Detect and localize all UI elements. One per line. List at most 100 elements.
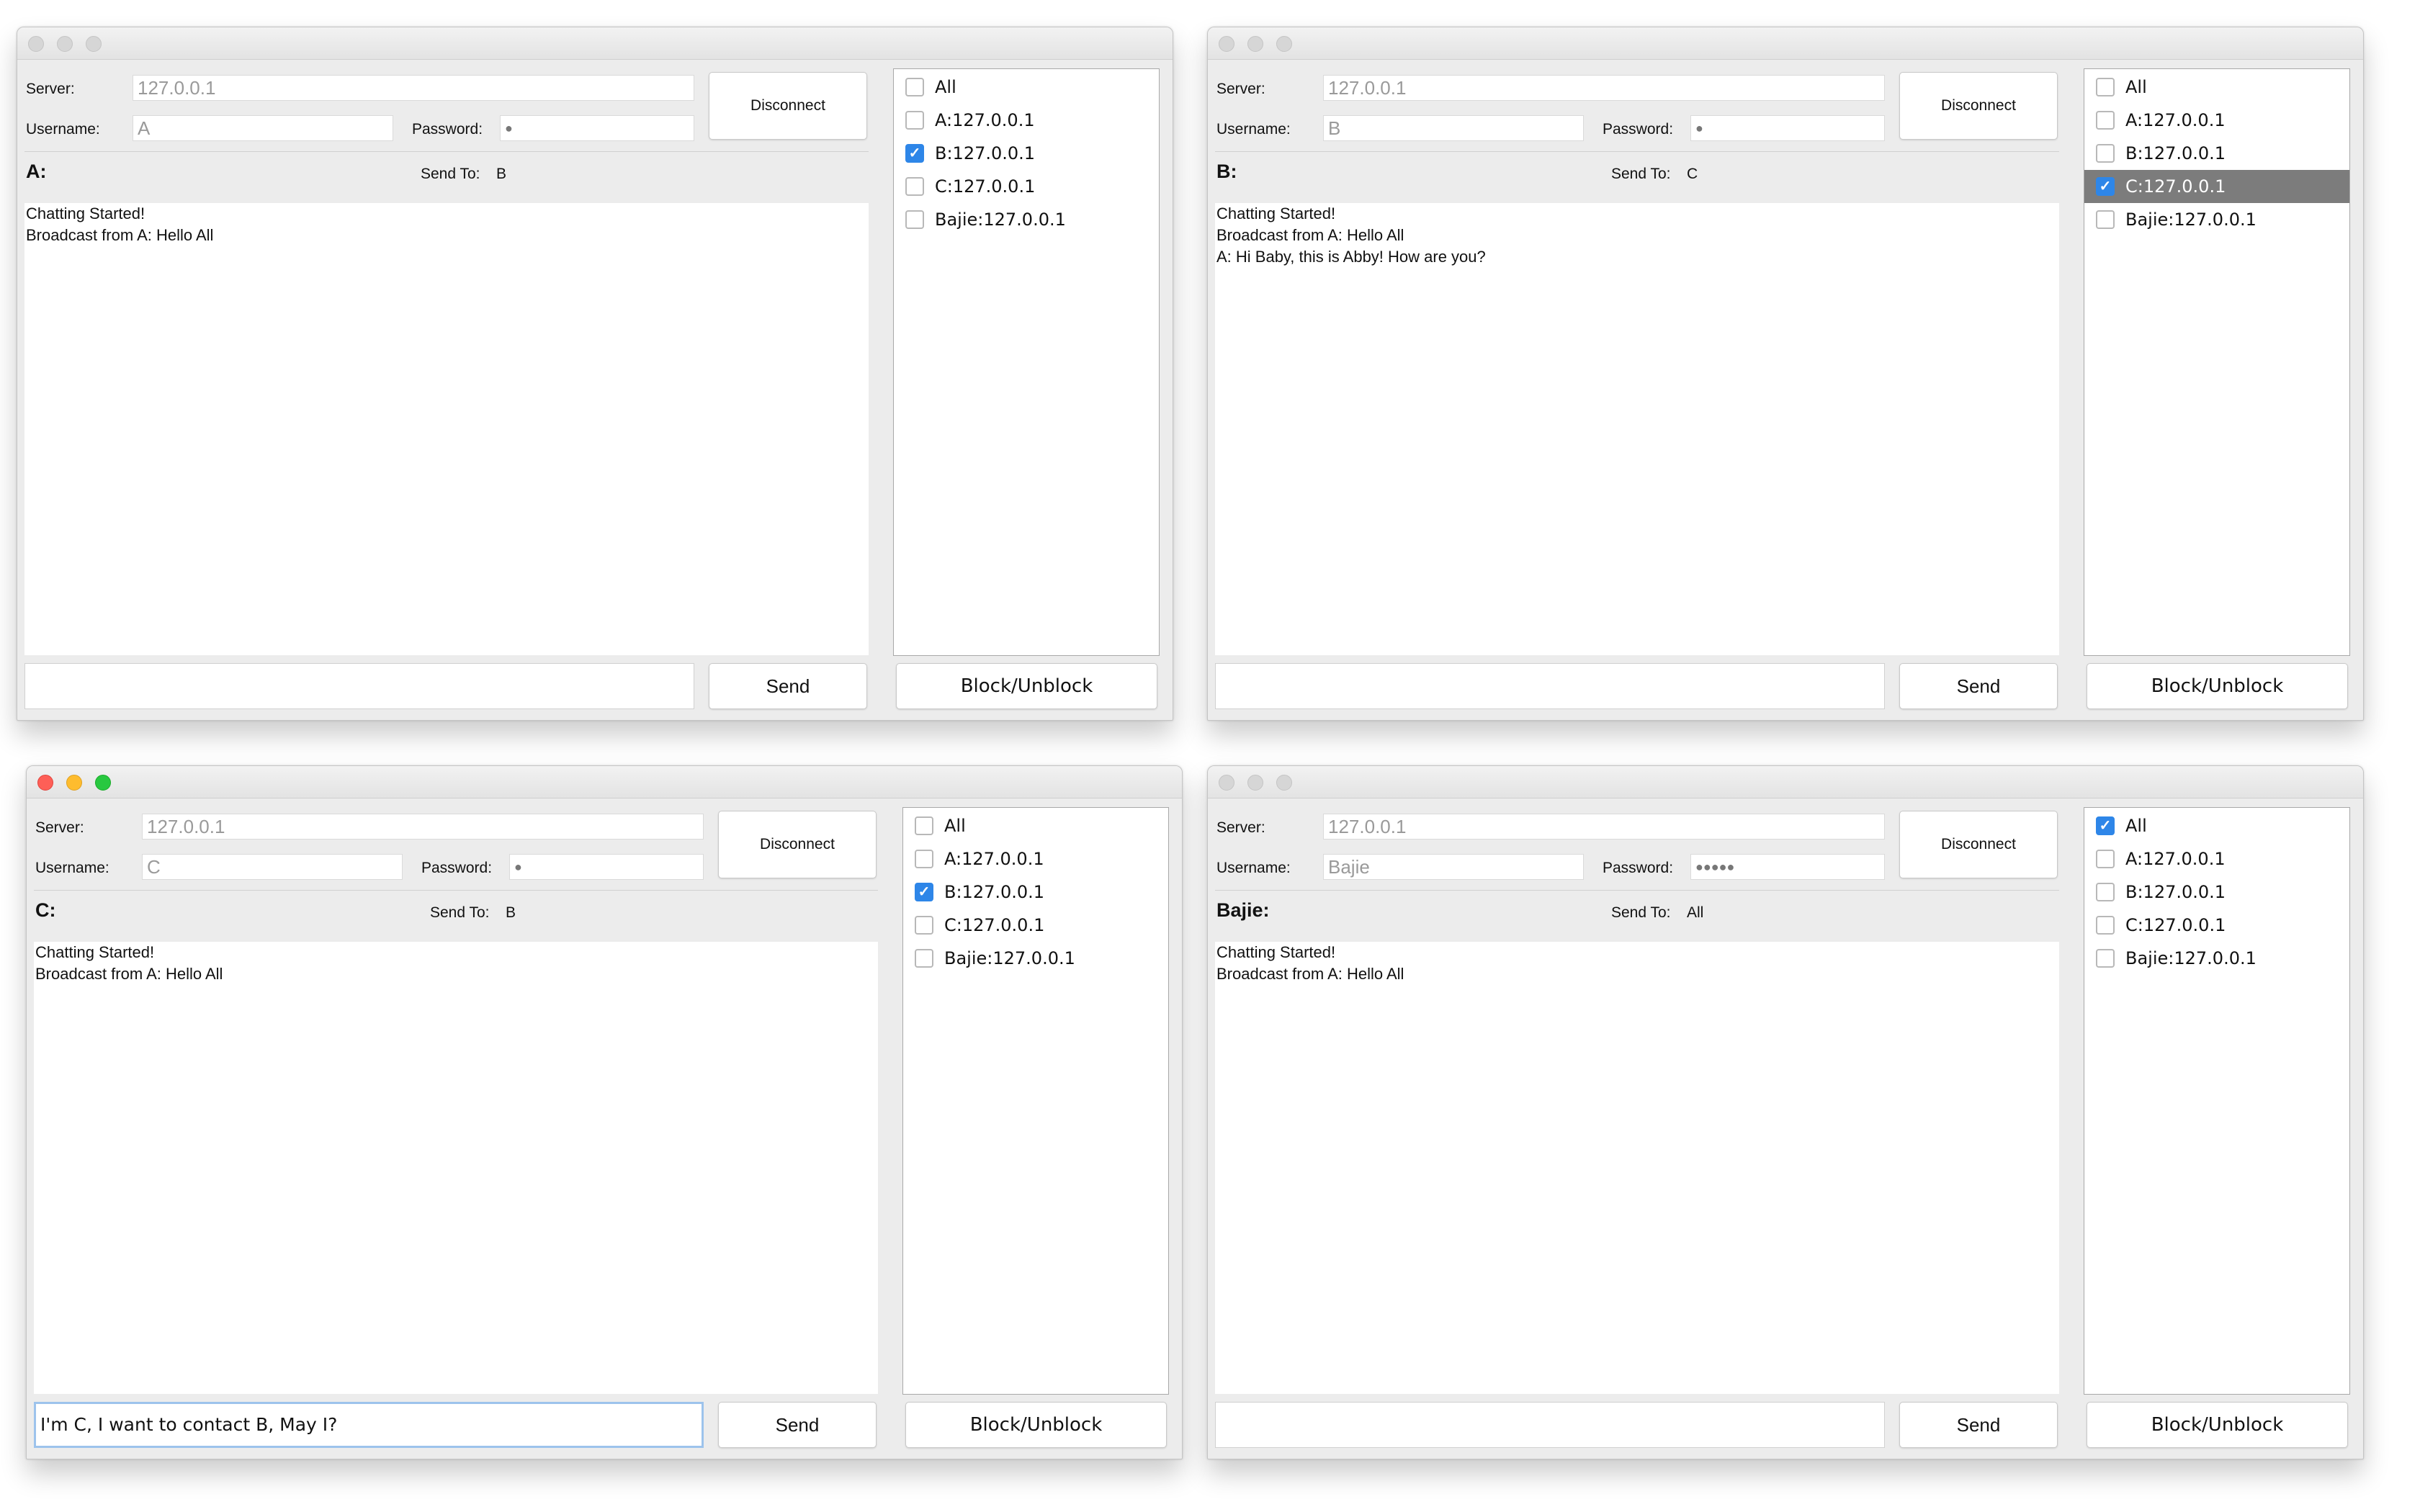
checkbox-icon[interactable] (2096, 883, 2115, 901)
checkbox-icon[interactable] (915, 850, 933, 868)
user-list-item-all[interactable]: All (894, 71, 1159, 104)
password-field[interactable]: ● (500, 115, 694, 141)
close-window-icon[interactable] (28, 36, 44, 52)
chat-log[interactable]: Chatting Started! Broadcast from A: Hell… (24, 203, 869, 655)
chat-log[interactable]: Chatting Started! Broadcast from A: Hell… (1215, 942, 2059, 1394)
disconnect-button[interactable]: Disconnect (1899, 811, 2058, 878)
title-bar[interactable] (1208, 27, 2363, 60)
checkbox-icon[interactable] (2096, 949, 2115, 968)
password-label: Password: (421, 860, 493, 876)
send-button[interactable]: Send (1899, 663, 2058, 709)
send-button[interactable]: Send (709, 663, 867, 709)
server-label: Server: (26, 81, 75, 97)
user-list-item-a[interactable]: A:127.0.0.1 (903, 842, 1168, 876)
user-list-item-b[interactable]: ✓ B:127.0.0.1 (903, 876, 1168, 909)
username-field[interactable]: A (133, 115, 393, 141)
checkbox-icon[interactable] (915, 816, 933, 835)
user-list-item-c[interactable]: C:127.0.0.1 (2084, 909, 2349, 942)
message-input[interactable] (24, 663, 694, 709)
minimize-window-icon[interactable] (57, 36, 73, 52)
user-list[interactable]: All A:127.0.0.1 ✓ B:127.0.0.1 C:127.0.0.… (893, 68, 1160, 656)
message-input[interactable]: I'm C, I want to contact B, May I? (34, 1402, 704, 1448)
user-list-item-b[interactable]: B:127.0.0.1 (2084, 137, 2349, 170)
user-list[interactable]: All A:127.0.0.1 B:127.0.0.1 ✓ C:127.0.0.… (2084, 68, 2350, 656)
checkbox-icon[interactable] (915, 949, 933, 968)
username-label: Username: (1216, 860, 1291, 876)
close-window-icon[interactable] (1219, 775, 1234, 791)
user-list-item-bajie[interactable]: Bajie:127.0.0.1 (894, 203, 1159, 236)
user-list-item-bajie[interactable]: Bajie:127.0.0.1 (2084, 942, 2349, 975)
checkbox-icon[interactable] (2096, 850, 2115, 868)
block-unblock-button[interactable]: Block/Unblock (2087, 663, 2348, 709)
checkbox-icon[interactable] (2096, 111, 2115, 130)
username-field[interactable]: C (142, 854, 403, 880)
close-window-icon[interactable] (37, 775, 53, 791)
user-list-item-all[interactable]: All (2084, 71, 2349, 104)
checkbox-icon[interactable] (2096, 916, 2115, 935)
checkbox-icon[interactable] (2096, 210, 2115, 229)
zoom-window-icon[interactable] (86, 36, 102, 52)
server-field[interactable]: 127.0.0.1 (133, 75, 694, 101)
message-input[interactable] (1215, 663, 1885, 709)
minimize-window-icon[interactable] (1247, 775, 1263, 791)
user-list-item-a[interactable]: A:127.0.0.1 (2084, 104, 2349, 137)
user-list-item-b[interactable]: ✓ B:127.0.0.1 (894, 137, 1159, 170)
user-list[interactable]: All A:127.0.0.1 ✓ B:127.0.0.1 C:127.0.0.… (902, 807, 1169, 1395)
disconnect-button[interactable]: Disconnect (718, 811, 877, 878)
current-user-heading: Bajie: (1216, 899, 1270, 921)
title-bar[interactable] (1208, 766, 2363, 798)
checkbox-icon[interactable] (905, 177, 924, 196)
checkbox-icon[interactable] (905, 78, 924, 96)
block-unblock-button[interactable]: Block/Unblock (896, 663, 1157, 709)
user-list-item-b[interactable]: B:127.0.0.1 (2084, 876, 2349, 909)
checkbox-icon[interactable] (915, 916, 933, 935)
username-label: Username: (26, 121, 100, 138)
disconnect-button[interactable]: Disconnect (1899, 72, 2058, 140)
title-bar[interactable] (27, 766, 1182, 798)
send-button[interactable]: Send (718, 1402, 877, 1448)
zoom-window-icon[interactable] (1276, 775, 1292, 791)
send-button[interactable]: Send (1899, 1402, 2058, 1448)
server-field[interactable]: 127.0.0.1 (1323, 75, 1885, 101)
message-input[interactable] (1215, 1402, 1885, 1448)
user-list-item-c[interactable]: C:127.0.0.1 (903, 909, 1168, 942)
block-unblock-button[interactable]: Block/Unblock (2087, 1402, 2348, 1448)
chat-log[interactable]: Chatting Started! Broadcast from A: Hell… (34, 942, 878, 1394)
user-list-item-label: A:127.0.0.1 (2125, 849, 2226, 869)
checkbox-icon[interactable] (2096, 144, 2115, 163)
password-field[interactable]: ● (509, 854, 704, 880)
minimize-window-icon[interactable] (66, 775, 82, 791)
user-list-item-c[interactable]: ✓ C:127.0.0.1 (2084, 170, 2349, 203)
user-list-item-bajie[interactable]: Bajie:127.0.0.1 (2084, 203, 2349, 236)
user-list-item-bajie[interactable]: Bajie:127.0.0.1 (903, 942, 1168, 975)
user-list-item-all[interactable]: ✓ All (2084, 809, 2349, 842)
server-field[interactable]: 127.0.0.1 (1323, 814, 1885, 840)
close-window-icon[interactable] (1219, 36, 1234, 52)
user-list-item-a[interactable]: A:127.0.0.1 (2084, 842, 2349, 876)
checkbox-checked-icon[interactable]: ✓ (915, 883, 933, 901)
password-field[interactable]: ●●●●● (1690, 854, 1885, 880)
disconnect-button[interactable]: Disconnect (709, 72, 867, 140)
user-list-item-c[interactable]: C:127.0.0.1 (894, 170, 1159, 203)
minimize-window-icon[interactable] (1247, 36, 1263, 52)
title-bar[interactable] (17, 27, 1173, 60)
checkbox-icon[interactable] (2096, 78, 2115, 96)
username-field[interactable]: B (1323, 115, 1584, 141)
username-field[interactable]: Bajie (1323, 854, 1584, 880)
checkbox-checked-icon[interactable]: ✓ (2096, 177, 2115, 196)
username-label: Username: (1216, 121, 1291, 138)
checkbox-icon[interactable] (905, 111, 924, 130)
zoom-window-icon[interactable] (1276, 36, 1292, 52)
user-list-item-all[interactable]: All (903, 809, 1168, 842)
server-field[interactable]: 127.0.0.1 (142, 814, 704, 840)
checkbox-icon[interactable] (905, 210, 924, 229)
chat-log[interactable]: Chatting Started! Broadcast from A: Hell… (1215, 203, 2059, 655)
user-list[interactable]: ✓ All A:127.0.0.1 B:127.0.0.1 C:127.0.0.… (2084, 807, 2350, 1395)
block-unblock-button[interactable]: Block/Unblock (905, 1402, 1167, 1448)
checkbox-checked-icon[interactable]: ✓ (905, 144, 924, 163)
user-list-item-a[interactable]: A:127.0.0.1 (894, 104, 1159, 137)
checkbox-checked-icon[interactable]: ✓ (2096, 816, 2115, 835)
zoom-window-icon[interactable] (95, 775, 111, 791)
username-label: Username: (35, 860, 109, 876)
password-field[interactable]: ● (1690, 115, 1885, 141)
